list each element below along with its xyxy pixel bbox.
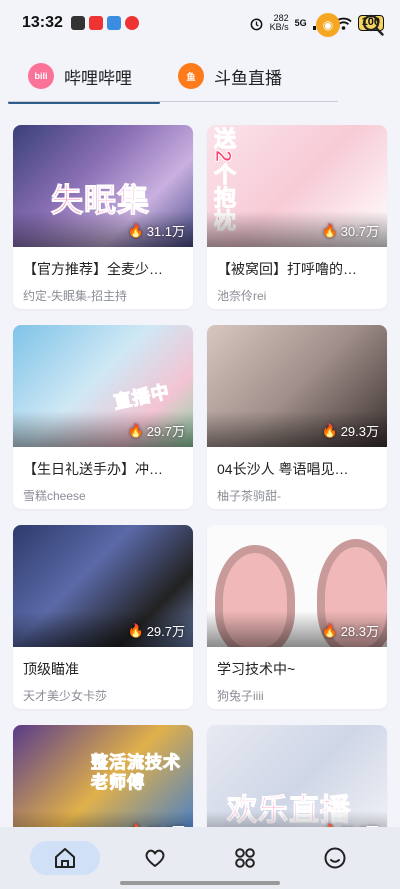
tmall-notification-icon [88,16,103,30]
platform-tabs: bili 哔哩哔哩 鱼 斗鱼直播 [0,50,400,104]
viewer-count-value: 31.1万 [146,224,185,239]
nav-categories[interactable] [210,841,280,875]
stream-thumbnail: 🔥 29.7万 [13,525,193,647]
netease-notification-icon [124,16,139,30]
stream-thumbnail: 🔥 29.3万 [207,325,387,447]
douyu-logo-icon: 鱼 [178,63,204,89]
flame-icon: 🔥 [127,622,144,638]
grid-icon [235,848,255,868]
streamer-name: 雪糕cheese [23,489,86,503]
viewer-count-value: 30.7万 [340,224,379,239]
stream-title: 04长沙人 粤语唱见… [217,461,349,477]
network-speed: 282 KB/s [270,14,289,32]
tab-huya[interactable]: ◉ [316,13,340,37]
stream-title: 【官方推荐】全麦少… [23,261,163,277]
flame-icon: 🔥 [321,422,338,438]
flame-icon: 🔥 [321,622,338,638]
tab-douyu-label: 斗鱼直播 [214,68,282,88]
stream-title: 顶级瞄准 [23,661,79,677]
thumbnail-overlay-text: 整活流技术老师傅 [91,753,181,793]
bottom-nav [0,827,400,889]
stream-thumbnail: 直播中 🔥 29.7万 [13,325,193,447]
bilibili-logo-icon: bili [28,63,54,89]
status-bar: 13:32 282 KB/s 5G 100 [0,0,400,46]
signal-label: 5G [294,18,307,28]
streamer-name: 约定-失眠集-招主持 [23,289,127,303]
viewer-count: 🔥 28.3万 [322,621,380,640]
stream-card[interactable]: 🔥 28.3万 学习技术中~ 狗兔子iiii [207,525,387,709]
stream-thumbnail: 失眠集 🔥 31.1万 [13,125,193,247]
alarm-icon [250,18,263,30]
viewer-count: 🔥 29.7万 [128,421,186,440]
viewer-count-value: 29.7万 [146,624,185,639]
stream-card[interactable]: 直播中 🔥 29.7万 【生日礼送手办】冲… 雪糕cheese [13,325,193,509]
smile-icon [324,847,346,869]
stream-title: 【生日礼送手办】冲… [23,461,163,477]
tab-bilibili[interactable]: bili 哔哩哔哩 [8,50,160,104]
home-indicator[interactable] [120,881,280,885]
huya-icon: ◉ [322,18,334,32]
stream-thumbnail: 🔥 28.3万 [207,525,387,647]
message-notification-icon [106,16,121,30]
streamer-name: 狗兔子iiii [217,689,264,703]
stream-card[interactable]: 失眠集 🔥 31.1万 【官方推荐】全麦少… 约定-失眠集-招主持 [13,125,193,309]
thumbnail-overlay-text: 直播中 [111,381,172,413]
viewer-count: 🔥 30.7万 [322,221,380,240]
tab-douyu[interactable]: 鱼 斗鱼直播 [178,50,282,102]
flame-icon: 🔥 [127,422,144,438]
stream-card[interactable]: 🔥 29.7万 顶级瞄准 天才美少女卡莎 [13,525,193,709]
stream-card[interactable]: 🔥 29.3万 04长沙人 粤语唱见… 柚子茶驹甜- [207,325,387,509]
search-icon[interactable] [361,13,385,37]
nav-home[interactable] [30,841,100,875]
streamer-name: 池奈伶rei [217,289,267,303]
tab-divider [8,101,338,102]
viewer-count: 🔥 31.1万 [128,221,186,240]
flame-icon: 🔥 [127,222,144,238]
stream-title: 【被窝回】打呼噜的… [217,261,357,277]
viewer-count-value: 29.7万 [146,424,185,439]
tab-bilibili-label: 哔哩哔哩 [64,68,132,88]
viewer-count: 🔥 29.7万 [128,621,186,640]
streamer-name: 天才美少女卡莎 [23,689,108,703]
home-icon [55,848,75,868]
flame-icon: 🔥 [321,222,338,238]
viewer-count: 🔥 29.3万 [322,421,380,440]
stream-title: 学习技术中~ [217,661,296,677]
nav-profile[interactable] [300,841,370,875]
qq-notification-icon [70,16,85,30]
viewer-count-value: 29.3万 [340,424,379,439]
viewer-count-value: 28.3万 [340,624,379,639]
stream-card[interactable]: 送2个抱枕 🔥 30.7万 【被窝回】打呼噜的… 池奈伶rei [207,125,387,309]
streamer-name: 柚子茶驹甜- [217,489,281,503]
heart-icon [145,849,165,867]
nav-follow[interactable] [120,841,190,875]
stream-thumbnail: 送2个抱枕 🔥 30.7万 [207,125,387,247]
status-time: 13:32 [22,14,63,31]
net-speed-unit: KB/s [269,22,289,32]
stream-grid: 失眠集 🔥 31.1万 【官方推荐】全麦少… 约定-失眠集-招主持 送2个抱枕 🔥… [13,125,389,889]
